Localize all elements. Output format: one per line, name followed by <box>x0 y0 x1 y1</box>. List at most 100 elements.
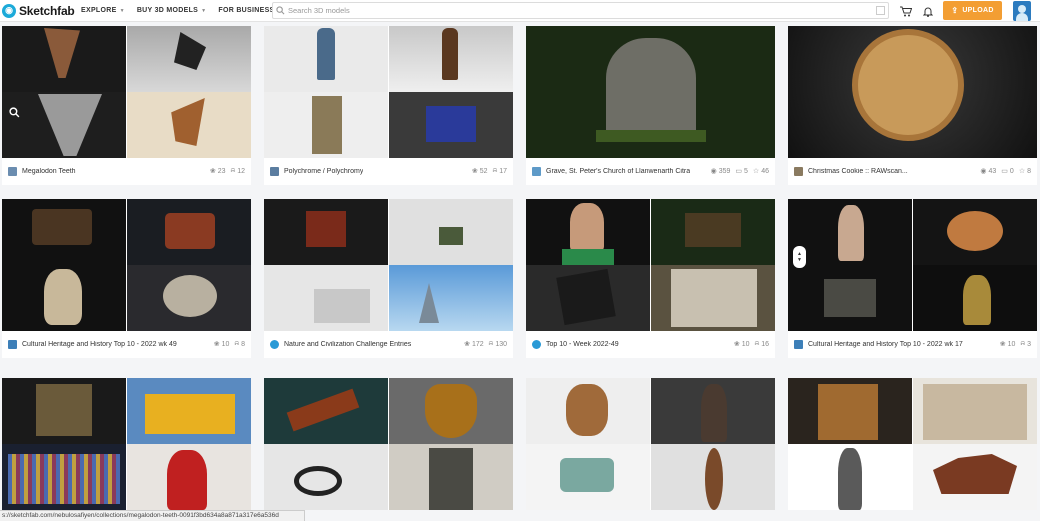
main-nav: EXPLORE ▼ BUY 3D MODELS ▼ FOR BUSINESS ▼ <box>81 7 295 14</box>
collection-title[interactable]: Top 10 - Week 2022-49 <box>546 341 619 348</box>
collection-card-row3-4[interactable] <box>788 378 1037 510</box>
cart-icon[interactable] <box>899 4 913 18</box>
nav-business-label: FOR BUSINESS <box>218 7 275 14</box>
collection-thumbnails[interactable] <box>788 378 1037 510</box>
models-count: ❀ 172 <box>464 340 484 349</box>
nav-buy-3d-models[interactable]: BUY 3D MODELS ▼ <box>137 7 207 14</box>
collection-thumbnails[interactable] <box>2 378 251 510</box>
carousel-control[interactable]: ▲ ▼ <box>793 246 806 268</box>
thumbnail <box>913 265 1037 331</box>
collection-title[interactable]: Megalodon Teeth <box>22 168 76 175</box>
collection-info: Top 10 - Week 2022-49 ❀ 10 ⍾ 16 <box>526 331 775 358</box>
collection-thumbnails[interactable] <box>2 199 251 331</box>
collection-thumbnails[interactable] <box>2 26 251 158</box>
collection-stats: ❀ 10 ⍾ 8 <box>214 340 245 348</box>
star-icon: ☆ <box>752 168 760 175</box>
comment-icon: ▭ <box>735 168 743 175</box>
thumbnail <box>264 444 388 510</box>
thumbnail <box>2 199 126 265</box>
collection-card-grave[interactable]: Grave, St. Peter's Church of Llanwenarth… <box>526 26 775 185</box>
thumbnail <box>913 199 1037 265</box>
collection-card-row3-2[interactable] <box>264 378 513 510</box>
collection-card-christmas-cookie[interactable]: Christmas Cookie :: RAWscan... ◉ 43 ▭ 0 ☆ 8 <box>788 26 1037 185</box>
collection-title[interactable]: Polychrome / Polychromy <box>284 168 363 175</box>
models-count: ❀ 23 <box>209 167 226 176</box>
search-input[interactable]: Search 3D models <box>272 2 889 19</box>
search-icon <box>273 6 287 15</box>
collection-thumbnails[interactable] <box>788 199 1037 331</box>
collection-thumbnails[interactable] <box>264 378 513 510</box>
magnify-icon[interactable] <box>9 107 25 123</box>
thumbnail <box>2 265 126 331</box>
thumbnail <box>127 92 251 158</box>
model-info: Grave, St. Peter's Church of Llanwenarth… <box>526 158 775 185</box>
collection-card-heritage-wk49[interactable]: Cultural Heritage and History Top 10 - 2… <box>2 199 251 358</box>
thumbnail <box>127 26 251 92</box>
collection-card-row3-1[interactable] <box>2 378 251 510</box>
collection-card-polychrome[interactable]: Polychrome / Polychromy ❀ 52 ⍾ 17 <box>264 26 513 185</box>
collection-thumbnails[interactable] <box>264 26 513 158</box>
owner-avatar[interactable] <box>270 340 279 349</box>
likes-count: ⍾ 8 <box>234 340 245 348</box>
thumbnail <box>389 199 513 265</box>
collection-card-nature-civilization[interactable]: Nature and Civilization Challenge Entrie… <box>264 199 513 358</box>
model-thumbnail[interactable] <box>526 26 775 158</box>
notifications-bell-icon[interactable] <box>921 4 935 18</box>
models-icon: ❀ <box>464 341 470 348</box>
collection-card-row3-3[interactable] <box>526 378 775 510</box>
upload-label: UPLOAD <box>962 7 994 14</box>
owner-avatar[interactable] <box>270 167 279 176</box>
thumbnail <box>264 199 388 265</box>
model-title[interactable]: Christmas Cookie :: RAWscan... <box>808 168 908 175</box>
gravestone-image <box>606 38 696 138</box>
likes-icon: ⍾ <box>1020 340 1026 347</box>
owner-avatar[interactable] <box>794 340 803 349</box>
sketchfab-logo[interactable]: ◉ Sketchfab <box>2 3 76 18</box>
thumbnail <box>651 199 775 265</box>
owner-avatar[interactable] <box>794 167 803 176</box>
collection-thumbnails[interactable] <box>264 199 513 331</box>
owner-avatar[interactable] <box>532 167 541 176</box>
collection-title[interactable]: Nature and Civilization Challenge Entrie… <box>284 341 411 348</box>
thumbnail <box>788 199 912 265</box>
thumbnail <box>389 26 513 92</box>
collection-stats: ❀ 52 ⍾ 17 <box>472 167 507 175</box>
model-info: Christmas Cookie :: RAWscan... ◉ 43 ▭ 0 ☆ 8 <box>788 158 1037 185</box>
nav-buy-label: BUY 3D MODELS <box>136 7 199 14</box>
upload-icon: ⇪ <box>951 6 959 15</box>
comment-icon: ▭ <box>1001 168 1008 175</box>
thumbnail <box>2 26 126 92</box>
eye-icon: ◉ <box>980 168 987 175</box>
comments-count: ▭ 0 <box>1001 167 1014 176</box>
user-avatar[interactable] <box>1013 1 1031 21</box>
cookie-image <box>852 29 964 141</box>
brand-name: Sketchfab <box>19 3 75 18</box>
collection-card-top10-week[interactable]: Top 10 - Week 2022-49 ❀ 10 ⍾ 16 <box>526 199 775 358</box>
thumbnail <box>651 378 775 444</box>
owner-avatar[interactable] <box>8 340 17 349</box>
likes-count: ⍾ 130 <box>488 340 507 348</box>
search-filter-icon[interactable] <box>876 6 885 15</box>
collection-title[interactable]: Cultural Heritage and History Top 10 - 2… <box>808 341 963 348</box>
collection-stats: ❀ 10 ⍾ 3 <box>1000 340 1031 348</box>
nav-explore-label: EXPLORE <box>81 7 117 14</box>
likes-count: ⍾ 12 <box>230 167 245 175</box>
likes-icon: ⍾ <box>234 340 240 347</box>
nav-explore[interactable]: EXPLORE ▼ <box>81 7 125 14</box>
thumbnail <box>526 444 650 510</box>
thumbnail <box>127 265 251 331</box>
collection-thumbnails[interactable] <box>526 199 775 331</box>
collection-thumbnails[interactable] <box>526 378 775 510</box>
collection-title[interactable]: Cultural Heritage and History Top 10 - 2… <box>22 341 177 348</box>
model-thumbnail[interactable] <box>788 26 1037 158</box>
thumbnail <box>788 444 912 510</box>
upload-button[interactable]: ⇪ UPLOAD <box>943 1 1002 20</box>
collection-card-heritage-wk17[interactable]: Cultural Heritage and History Top 10 - 2… <box>788 199 1037 358</box>
owner-avatar[interactable] <box>8 167 17 176</box>
likes-count: ☆ 46 <box>752 167 769 176</box>
model-title[interactable]: Grave, St. Peter's Church of Llanwenarth… <box>546 168 690 175</box>
collection-info: Nature and Civilization Challenge Entrie… <box>264 331 513 358</box>
owner-avatar[interactable] <box>532 340 541 349</box>
sketchfab-logo-icon: ◉ <box>2 3 16 18</box>
collection-card-megalodon-teeth[interactable]: Megalodon Teeth ❀ 23 ⍾ 12 <box>2 26 251 185</box>
